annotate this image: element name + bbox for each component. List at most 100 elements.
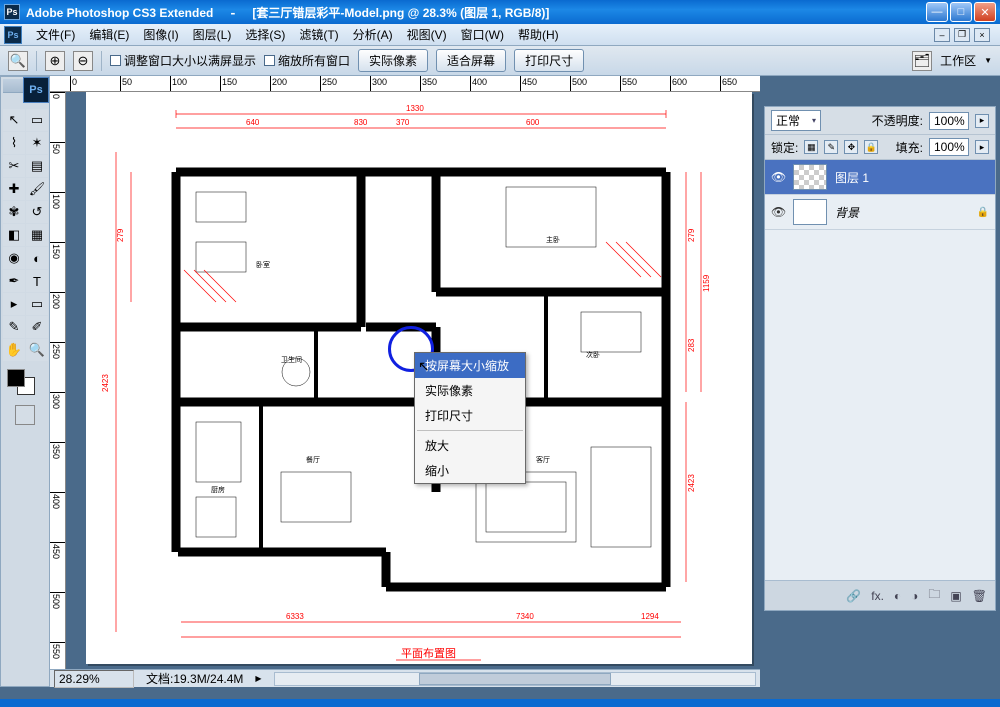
eraser-tool[interactable]: ◧ bbox=[3, 224, 25, 246]
mask-icon[interactable]: ◐ bbox=[894, 589, 901, 603]
trash-icon[interactable]: 🗑 bbox=[972, 589, 987, 603]
workspace-icon[interactable]: 🗂 bbox=[912, 51, 932, 71]
opacity-field[interactable]: 100% bbox=[929, 112, 969, 130]
menu-window[interactable]: 窗口(W) bbox=[455, 24, 510, 45]
svg-text:370: 370 bbox=[396, 118, 410, 127]
menu-help[interactable]: 帮助(H) bbox=[512, 24, 565, 45]
zoom-field[interactable]: 28.29% bbox=[54, 670, 134, 688]
slice-tool[interactable]: ▤ bbox=[26, 155, 48, 177]
zoom-tool[interactable]: 🔍 bbox=[26, 339, 48, 361]
layer-name: 背景 bbox=[835, 204, 859, 221]
shape-tool[interactable]: ▭ bbox=[26, 293, 48, 315]
visibility-icon[interactable]: 👁 bbox=[771, 170, 785, 184]
type-tool[interactable]: T bbox=[26, 270, 48, 292]
marquee-tool[interactable]: ▭ bbox=[26, 109, 48, 131]
cm-print-size[interactable]: 打印尺寸 bbox=[415, 403, 525, 428]
quick-mask-button[interactable] bbox=[15, 405, 35, 425]
layer-row[interactable]: 👁 背景 🔒 bbox=[765, 195, 995, 230]
hand-tool[interactable]: ✋ bbox=[3, 339, 25, 361]
svg-text:1159: 1159 bbox=[702, 274, 711, 292]
svg-text:卫生间: 卫生间 bbox=[281, 355, 302, 364]
minimize-button[interactable]: — bbox=[926, 2, 948, 22]
foreground-color-swatch[interactable] bbox=[7, 369, 25, 387]
heal-tool[interactable]: ✚ bbox=[3, 178, 25, 200]
layers-panel-footer: 🔗 fx. ◐ ◑ 🗀 ▣ 🗑 bbox=[765, 580, 995, 610]
group-icon[interactable]: 🗀 bbox=[928, 585, 940, 606]
menu-analysis[interactable]: 分析(A) bbox=[347, 24, 399, 45]
path-select-tool[interactable]: ▸ bbox=[3, 293, 25, 315]
status-bar: 28.29% 文档:19.3M/24.4M ▶ bbox=[50, 669, 760, 687]
layer-thumbnail[interactable] bbox=[793, 164, 827, 190]
svg-text:卧室: 卧室 bbox=[256, 260, 270, 269]
dodge-tool[interactable]: ◐ bbox=[26, 247, 48, 269]
zoom-out-button[interactable]: ⊖ bbox=[73, 51, 93, 71]
canvas-area[interactable]: 1330 640 830 370 600 2423 279 279 283 11… bbox=[66, 92, 760, 669]
svg-text:客厅: 客厅 bbox=[536, 455, 550, 464]
svg-text:餐厅: 餐厅 bbox=[306, 455, 320, 464]
lock-move-button[interactable]: ✥ bbox=[844, 140, 858, 154]
crop-tool[interactable]: ✂ bbox=[3, 155, 25, 177]
menu-select[interactable]: 选择(S) bbox=[239, 24, 291, 45]
actual-pixels-button[interactable]: 实际像素 bbox=[358, 49, 428, 72]
lock-paint-button[interactable]: ✎ bbox=[824, 140, 838, 154]
cm-zoom-in[interactable]: 放大 bbox=[415, 433, 525, 458]
svg-text:1330: 1330 bbox=[406, 104, 424, 113]
svg-text:283: 283 bbox=[687, 338, 696, 352]
zoom-tool-icon: 🔍 bbox=[8, 51, 28, 71]
layer-thumbnail[interactable] bbox=[793, 199, 827, 225]
lock-all-button[interactable]: 🔒 bbox=[864, 140, 878, 154]
doc-restore-button[interactable]: ❐ bbox=[954, 28, 970, 42]
stamp-tool[interactable]: ✾ bbox=[3, 201, 25, 223]
link-layers-icon[interactable]: 🔗 bbox=[846, 589, 861, 603]
lock-icon: 🔒 bbox=[977, 207, 989, 218]
options-bar: 🔍 ⊕ ⊖ 调整窗口大小以满屏显示 缩放所有窗口 实际像素 适合屏幕 打印尺寸 … bbox=[0, 46, 1000, 76]
new-layer-icon[interactable]: ▣ bbox=[950, 589, 961, 603]
lasso-tool[interactable]: ⌇ bbox=[3, 132, 25, 154]
svg-text:1294: 1294 bbox=[641, 612, 659, 621]
menu-image[interactable]: 图像(I) bbox=[137, 24, 184, 45]
ps-menu-icon[interactable]: Ps bbox=[4, 26, 22, 44]
blur-tool[interactable]: ◉ bbox=[3, 247, 25, 269]
bottom-border bbox=[0, 699, 1000, 707]
opacity-label: 不透明度: bbox=[872, 112, 923, 129]
color-swatches[interactable] bbox=[3, 367, 47, 401]
menu-view[interactable]: 视图(V) bbox=[401, 24, 453, 45]
cm-actual-pixels[interactable]: 实际像素 bbox=[415, 378, 525, 403]
menu-edit[interactable]: 编辑(E) bbox=[83, 24, 135, 45]
pen-tool[interactable]: ✒ bbox=[3, 270, 25, 292]
gradient-tool[interactable]: ▦ bbox=[26, 224, 48, 246]
cm-zoom-out[interactable]: 缩小 bbox=[415, 458, 525, 483]
layer-row[interactable]: 👁 图层 1 bbox=[765, 160, 995, 195]
move-tool[interactable]: ↖ bbox=[3, 109, 25, 131]
zoom-in-button[interactable]: ⊕ bbox=[45, 51, 65, 71]
cursor-icon: ↖ bbox=[418, 358, 430, 375]
zoom-all-windows-checkbox[interactable]: 缩放所有窗口 bbox=[264, 52, 350, 69]
toolbox: Ps ↖ ▭ ⌇ ✶ ✂ ▤ ✚ 🖌 ✾ ↺ ◧ ▦ ◉ ◐ ✒ T ▸ ▭ ✎… bbox=[0, 76, 50, 687]
fit-screen-button[interactable]: 适合屏幕 bbox=[436, 49, 506, 72]
menu-filter[interactable]: 滤镜(T) bbox=[293, 24, 344, 45]
visibility-icon[interactable]: 👁 bbox=[771, 205, 785, 219]
cm-fit-screen[interactable]: 按屏幕大小缩放 bbox=[415, 353, 525, 378]
doc-close-button[interactable]: × bbox=[974, 28, 990, 42]
menu-file[interactable]: 文件(F) bbox=[30, 24, 81, 45]
fill-drop-button[interactable]: ▸ bbox=[975, 140, 989, 154]
opacity-drop-button[interactable]: ▸ bbox=[975, 114, 989, 128]
print-size-button[interactable]: 打印尺寸 bbox=[514, 49, 584, 72]
brush-tool[interactable]: 🖌 bbox=[26, 178, 48, 200]
menu-layer[interactable]: 图层(L) bbox=[187, 24, 238, 45]
toolbox-ps-icon[interactable]: Ps bbox=[23, 77, 49, 103]
adjust-icon[interactable]: ◑ bbox=[911, 589, 918, 603]
blend-mode-select[interactable]: 正常▾ bbox=[771, 110, 821, 131]
history-brush-tool[interactable]: ↺ bbox=[26, 201, 48, 223]
eyedropper-tool[interactable]: ✐ bbox=[26, 316, 48, 338]
notes-tool[interactable]: ✎ bbox=[3, 316, 25, 338]
horizontal-scrollbar[interactable] bbox=[274, 672, 756, 686]
fill-field[interactable]: 100% bbox=[929, 138, 969, 156]
resize-to-fill-checkbox[interactable]: 调整窗口大小以满屏显示 bbox=[110, 52, 256, 69]
doc-minimize-button[interactable]: – bbox=[934, 28, 950, 42]
fx-icon[interactable]: fx. bbox=[871, 589, 884, 603]
maximize-button[interactable]: □ bbox=[950, 2, 972, 22]
quick-select-tool[interactable]: ✶ bbox=[26, 132, 48, 154]
close-button[interactable]: ✕ bbox=[974, 2, 996, 22]
lock-trans-button[interactable]: ▦ bbox=[804, 140, 818, 154]
